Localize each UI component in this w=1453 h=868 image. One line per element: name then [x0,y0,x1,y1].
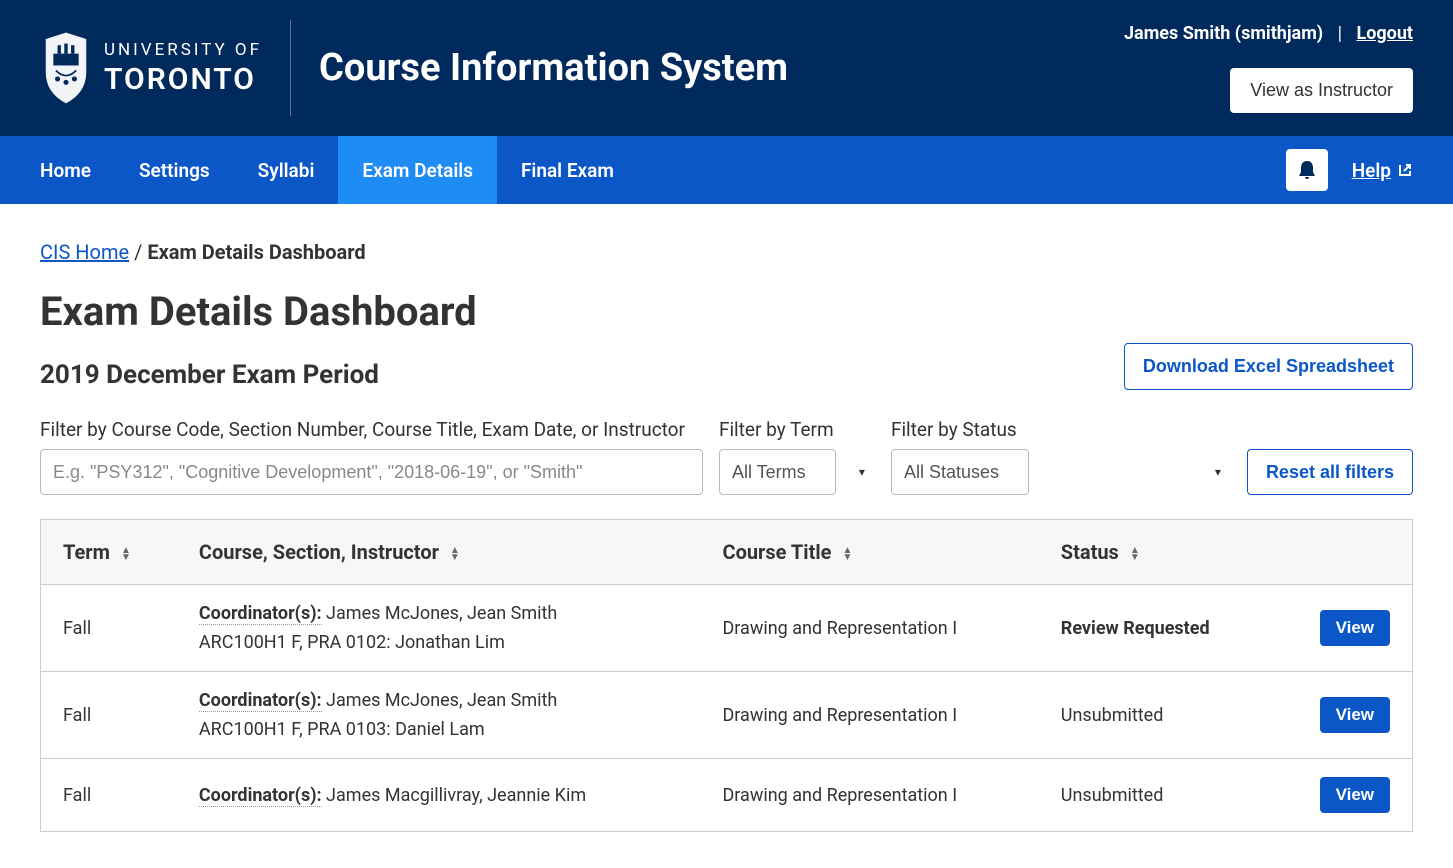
coordinator-label: Coordinator(s): [199,785,322,807]
nav-home[interactable]: Home [0,136,115,204]
view-button[interactable]: View [1320,777,1390,813]
breadcrumb: CIS Home / Exam Details Dashboard [40,240,1413,264]
nav-settings[interactable]: Settings [115,136,234,204]
sort-icon: ▲▼ [1130,547,1140,561]
col-actions [1273,520,1413,585]
logout-link[interactable]: Logout [1356,23,1413,44]
cell-term: Fall [41,585,177,672]
breadcrumb-home[interactable]: CIS Home [40,240,129,264]
term-filter-select[interactable]: All Terms [719,449,836,495]
sort-icon: ▲▼ [121,547,131,561]
notifications-button[interactable] [1286,149,1328,191]
view-button[interactable]: View [1320,610,1390,646]
shield-icon [40,30,92,106]
cell-action: View [1273,759,1413,832]
main-nav: Home Settings Syllabi Exam Details Final… [0,136,1453,204]
cell-term: Fall [41,759,177,832]
col-title[interactable]: Course Title ▲▼ [700,520,1038,585]
cell-course: Coordinator(s): James Macgillivray, Jean… [177,759,701,832]
app-title: Course Information System [319,46,788,90]
nav-final-exam[interactable]: Final Exam [497,136,638,204]
col-term[interactable]: Term ▲▼ [41,520,177,585]
col-course[interactable]: Course, Section, Instructor ▲▼ [177,520,701,585]
logo-line1: UNIVERSITY OF [104,40,262,60]
cell-action: View [1273,585,1413,672]
col-course-label: Course, Section, Instructor [199,540,439,564]
header-right: James Smith (smithjam) | Logout View as … [1124,23,1413,113]
section-line: ARC100H1 F, PRA 0103: Daniel Lam [199,719,679,740]
logo-line2: TORONTO [104,62,262,97]
nav-syllabi[interactable]: Syllabi [234,136,339,204]
view-as-instructor-button[interactable]: View as Instructor [1230,68,1413,113]
cell-status: Unsubmitted [1039,672,1273,759]
cell-term: Fall [41,672,177,759]
external-link-icon [1397,162,1413,178]
cell-status: Unsubmitted [1039,759,1273,832]
cell-title: Drawing and Representation I [700,585,1038,672]
cell-title: Drawing and Representation I [700,759,1038,832]
bell-icon [1297,159,1317,181]
top-header: UNIVERSITY OF TORONTO Course Information… [0,0,1453,136]
content-area: CIS Home / Exam Details Dashboard Exam D… [0,204,1453,868]
sort-icon: ▲▼ [450,547,460,561]
cell-title: Drawing and Representation I [700,672,1038,759]
term-filter-label: Filter by Term [719,418,875,441]
breadcrumb-current: Exam Details Dashboard [147,240,365,264]
col-title-label: Course Title [722,540,831,564]
download-excel-button[interactable]: Download Excel Spreadsheet [1124,343,1413,390]
col-status[interactable]: Status ▲▼ [1039,520,1273,585]
text-filter-label: Filter by Course Code, Section Number, C… [40,418,703,441]
logo-text: UNIVERSITY OF TORONTO [104,40,262,97]
cell-course: Coordinator(s): James McJones, Jean Smit… [177,672,701,759]
user-info-row: James Smith (smithjam) | Logout [1124,23,1413,44]
header-divider [290,20,291,116]
user-display: James Smith (smithjam) [1124,23,1323,44]
coordinator-label: Coordinator(s): [199,690,322,712]
table-row: FallCoordinator(s): James McJones, Jean … [41,672,1413,759]
table-row: FallCoordinator(s): James Macgillivray, … [41,759,1413,832]
coordinator-label: Coordinator(s): [199,603,322,625]
page-title: Exam Details Dashboard [40,288,1413,335]
reset-filters-button[interactable]: Reset all filters [1247,449,1413,495]
page-subtitle: 2019 December Exam Period [40,360,379,390]
cell-status: Review Requested [1039,585,1273,672]
filters-row: Filter by Course Code, Section Number, C… [40,418,1413,495]
status-filter-label: Filter by Status [891,418,1231,441]
section-line: ARC100H1 F, PRA 0102: Jonathan Lim [199,632,679,653]
cell-action: View [1273,672,1413,759]
cell-course: Coordinator(s): James McJones, Jean Smit… [177,585,701,672]
user-separator: | [1338,23,1342,44]
nav-exam-details[interactable]: Exam Details [338,136,497,204]
status-filter-select[interactable]: All Statuses [891,449,1029,495]
breadcrumb-sep: / [134,240,147,264]
help-label: Help [1352,159,1391,182]
text-filter-input[interactable] [40,449,703,495]
sort-icon: ▲▼ [842,547,852,561]
help-link[interactable]: Help [1352,159,1413,182]
exam-details-table: Term ▲▼ Course, Section, Instructor ▲▼ C… [40,519,1413,832]
table-row: FallCoordinator(s): James McJones, Jean … [41,585,1413,672]
col-term-label: Term [63,540,110,564]
col-status-label: Status [1061,540,1119,564]
logo[interactable]: UNIVERSITY OF TORONTO [40,30,262,106]
view-button[interactable]: View [1320,697,1390,733]
